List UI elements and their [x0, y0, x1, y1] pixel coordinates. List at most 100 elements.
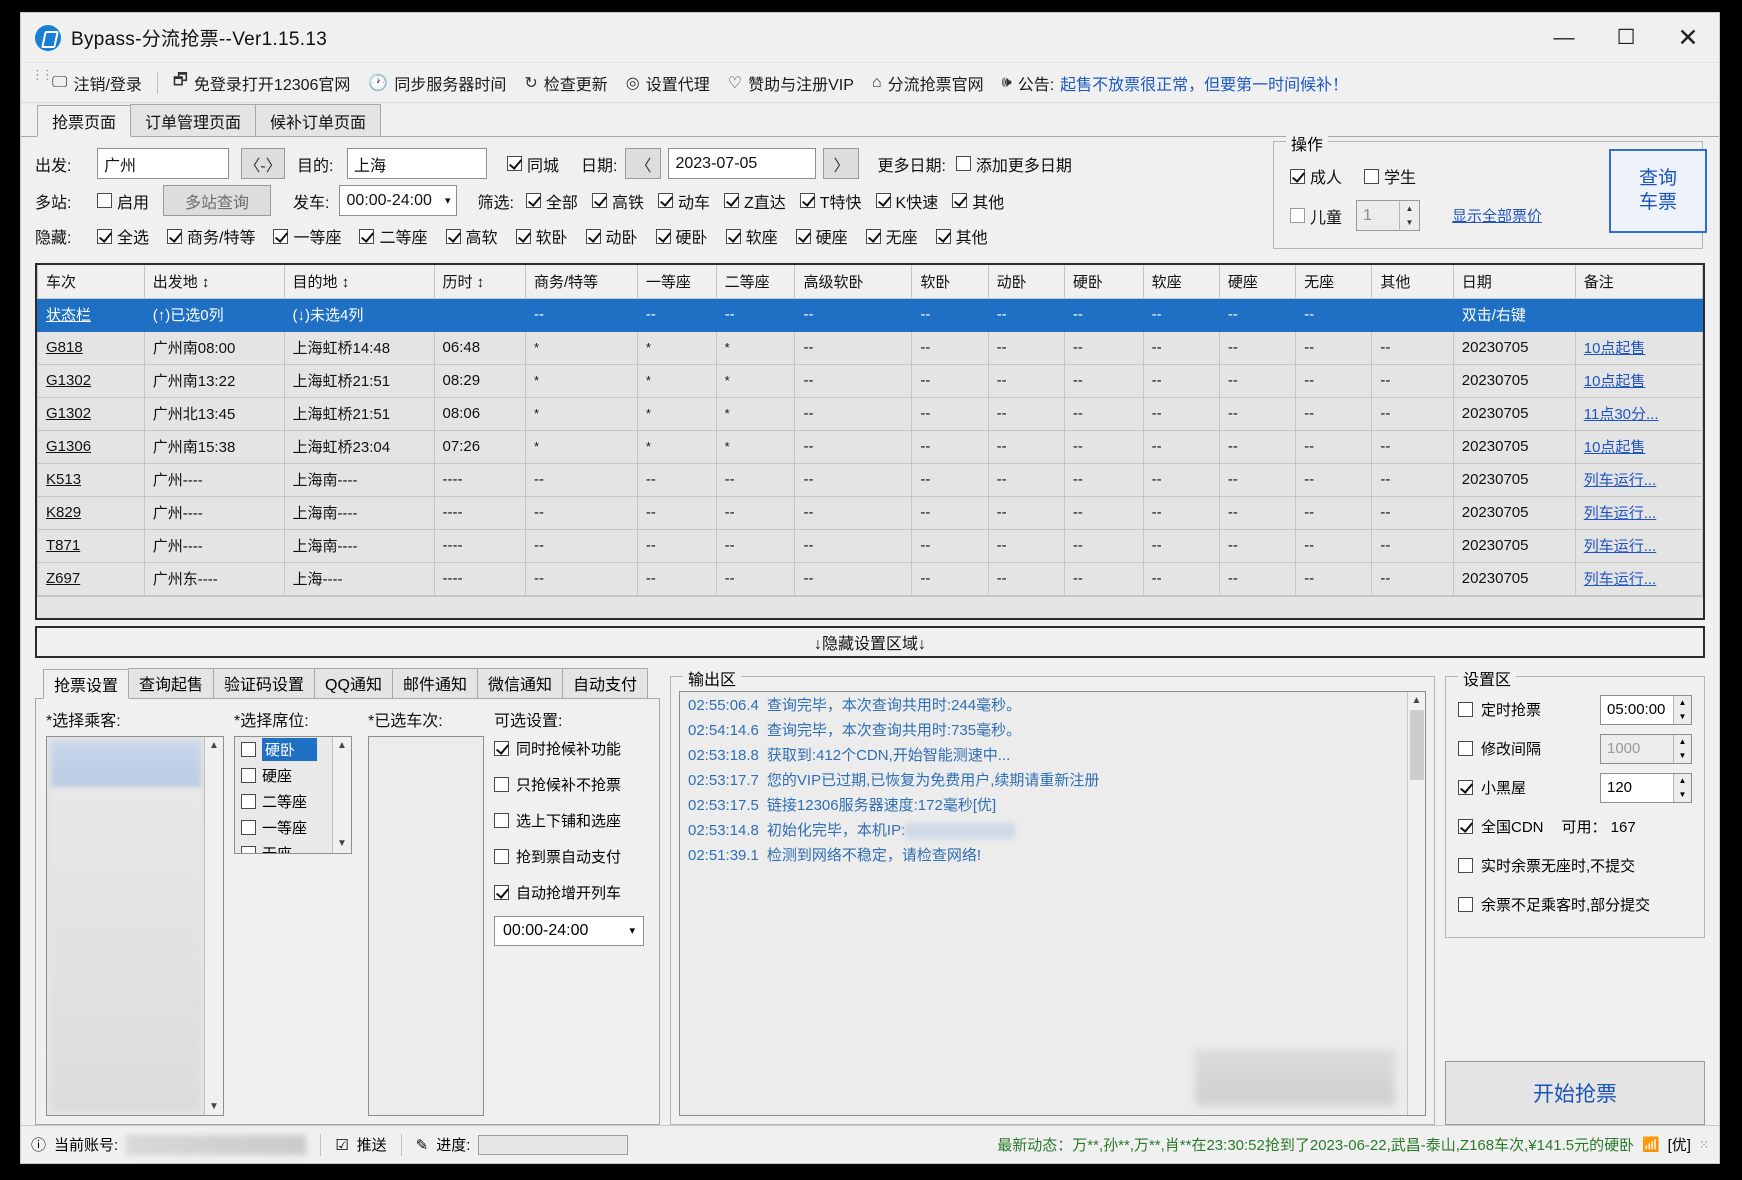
adult-checkbox[interactable]: 成人: [1290, 164, 1342, 188]
toolbar-official-site[interactable]: ⌂ 分流抢票官网: [863, 67, 993, 99]
col-hard-seat[interactable]: 硬座: [1218, 265, 1297, 299]
col-no-seat[interactable]: 无座: [1295, 265, 1373, 299]
hide-business-checkbox[interactable]: 商务/特等: [167, 224, 255, 248]
col-first-class[interactable]: 一等座: [636, 265, 717, 299]
same-city-checkbox[interactable]: 同城: [507, 152, 559, 176]
table-row[interactable]: G1302 广州北13:45 上海虹桥21:51 08:06 * * * -- -- -- -- --…: [37, 396, 1704, 431]
resize-grip[interactable]: ⁙: [1699, 1138, 1709, 1152]
scroll-up-icon[interactable]: ▲: [209, 737, 219, 755]
subtab-qq-notify[interactable]: QQ通知: [314, 667, 393, 698]
push-label[interactable]: 推送: [357, 1134, 387, 1155]
train-no-link[interactable]: K513: [46, 471, 81, 488]
close-button[interactable]: ✕: [1657, 13, 1719, 63]
toolbar-check-update[interactable]: ↻ 检查更新: [515, 67, 616, 99]
passenger-scrollbar[interactable]: ▲ ▼: [204, 736, 223, 1115]
train-no-link[interactable]: T871: [46, 537, 80, 554]
multi-station-enable-checkbox[interactable]: 启用: [97, 189, 149, 213]
blacklist-duration-stepper[interactable]: 120 ▲ ▼: [1600, 772, 1692, 803]
col-destination[interactable]: 目的地 ↕: [283, 265, 435, 299]
col-hard-sleeper[interactable]: 硬卧: [1063, 265, 1144, 299]
col-business[interactable]: 商务/特等: [525, 265, 638, 299]
setting-no-seat-not-submit[interactable]: 实时余票无座时,不提交: [1458, 849, 1692, 883]
stepper-buttons[interactable]: ▲ ▼: [1399, 201, 1420, 230]
remark-link[interactable]: 10点起售: [1584, 340, 1646, 357]
subtab-mail-notify[interactable]: 邮件通知: [391, 667, 478, 698]
scheduled-grab-time-stepper[interactable]: 05:00:00 ▲ ▼: [1600, 694, 1692, 725]
date-prev-button[interactable]: 〈: [625, 148, 662, 179]
subtab-wechat-notify[interactable]: 微信通知: [476, 667, 563, 698]
query-tickets-button[interactable]: 查询 车票: [1609, 149, 1707, 233]
stepper-buttons[interactable]: ▲ ▼: [1673, 773, 1691, 802]
train-no-link[interactable]: K829: [46, 504, 81, 521]
scroll-thumb[interactable]: [1410, 709, 1424, 780]
table-row[interactable]: G818 广州南08:00 上海虹桥14:48 06:48 * * * -- -- -- -- -- -…: [37, 330, 1704, 365]
setting-change-interval[interactable]: 修改间隔 1000 ▲ ▼: [1458, 732, 1692, 766]
table-row[interactable]: G1306 广州南15:38 上海虹桥23:04 07:26 * * * -- -- -- -- --…: [37, 429, 1704, 464]
scroll-up-icon[interactable]: ▲: [1408, 692, 1425, 710]
remark-link[interactable]: 11点30分...: [1584, 406, 1659, 423]
remark-link[interactable]: 10点起售: [1584, 439, 1646, 456]
train-no-link[interactable]: G1302: [46, 405, 91, 422]
tab-grab-ticket[interactable]: 抢票页面: [37, 105, 132, 137]
filter-zhida-checkbox[interactable]: Z直达: [723, 189, 786, 213]
table-row[interactable]: K829 广州---- 上海南---- ---- -- -- -- -- -- -- -- -- -- -…: [37, 495, 1704, 530]
add-more-dates-checkbox[interactable]: 添加更多日期: [955, 152, 1072, 176]
child-checkbox[interactable]: 儿童: [1290, 204, 1342, 228]
subtab-captcha-settings[interactable]: 验证码设置: [213, 667, 316, 698]
remark-link[interactable]: 列车运行...: [1584, 538, 1657, 555]
hide-ruanwo-checkbox[interactable]: 软卧: [515, 224, 568, 248]
filter-other-checkbox[interactable]: 其他: [952, 189, 1004, 213]
scroll-down-icon[interactable]: ▼: [209, 1097, 219, 1115]
subtab-auto-pay[interactable]: 自动支付: [561, 667, 648, 698]
minimize-button[interactable]: —: [1533, 13, 1595, 63]
stepper-buttons[interactable]: ▲ ▼: [1673, 734, 1691, 763]
table-row[interactable]: G1302 广州南13:22 上海虹桥21:51 08:29 * * * -- -- -- -- --…: [37, 363, 1704, 398]
depart-time-select[interactable]: 00:00-24:00 ▾: [339, 185, 458, 216]
train-no-link[interactable]: G1302: [46, 372, 91, 389]
child-count-stepper[interactable]: 1 ▲ ▼: [1356, 200, 1421, 231]
from-input[interactable]: 广州: [97, 148, 229, 179]
table-row[interactable]: Z697 广州东---- 上海---- ---- -- -- -- -- -- -- -- -- -- -…: [37, 561, 1704, 596]
scroll-up-icon[interactable]: ▲: [337, 737, 347, 755]
to-input[interactable]: 上海: [347, 148, 487, 179]
date-input[interactable]: 2023-07-05: [668, 148, 817, 179]
toolbar-sponsor-vip[interactable]: ♡ 赞助与注册VIP: [719, 67, 863, 99]
option-choose-berth-and-seat[interactable]: 选上下铺和选座: [494, 808, 644, 834]
filter-kuaisu-checkbox[interactable]: K快速: [875, 189, 938, 213]
multi-station-query-button[interactable]: 多站查询: [163, 185, 272, 216]
filter-tekuai-checkbox[interactable]: T特快: [799, 189, 862, 213]
col-duration[interactable]: 历时 ↕: [433, 265, 527, 299]
remark-link[interactable]: 列车运行...: [1584, 571, 1657, 588]
train-no-link[interactable]: G1306: [46, 438, 91, 455]
col-second-class[interactable]: 二等座: [715, 265, 796, 299]
setting-national-cdn[interactable]: 全国CDN 可用： 167: [1458, 810, 1692, 844]
setting-scheduled-grab[interactable]: 定时抢票 05:00:00 ▲ ▼: [1458, 693, 1692, 727]
hide-dongwo-checkbox[interactable]: 动卧: [585, 224, 638, 248]
toolbar-open-12306[interactable]: 🗗 免登录打开12306官网: [164, 67, 360, 99]
option-grab-waitlist-too[interactable]: 同时抢候补功能: [494, 736, 644, 762]
table-row[interactable]: T871 广州---- 上海南---- ---- -- -- -- -- -- -- -- -- -- -…: [37, 528, 1704, 563]
date-next-button[interactable]: 〉: [823, 148, 860, 179]
option-auto-pay[interactable]: 抢到票自动支付: [494, 844, 644, 870]
grab-time-range-select[interactable]: 00:00-24:00 ▾: [494, 915, 644, 946]
selected-train-listbox[interactable]: [368, 735, 484, 1116]
setting-partial-submit[interactable]: 余票不足乘客时,部分提交: [1458, 888, 1692, 922]
col-remark[interactable]: 备注: [1574, 265, 1704, 299]
hide-yingzuo-checkbox[interactable]: 硬座: [795, 224, 848, 248]
filter-dongche-checkbox[interactable]: 动车: [657, 189, 710, 213]
status-bar-link[interactable]: 状态栏: [46, 307, 91, 324]
output-log[interactable]: 02:55:06.4 查询完毕，本次查询共用时:244毫秒。 02:54:14.6…: [679, 690, 1426, 1116]
col-soft-sleeper[interactable]: 软卧: [911, 265, 989, 299]
remark-link[interactable]: 列车运行...: [1584, 472, 1657, 489]
train-no-link[interactable]: G818: [46, 339, 83, 356]
hide-yingwo-checkbox[interactable]: 硬卧: [655, 224, 708, 248]
hide-first-class-checkbox[interactable]: 一等座: [273, 224, 341, 248]
remark-link[interactable]: 10点起售: [1584, 373, 1646, 390]
seat-scrollbar[interactable]: ▲ ▼: [332, 736, 351, 853]
col-premium-soft-sleeper[interactable]: 高级软卧: [794, 265, 913, 299]
col-date[interactable]: 日期: [1452, 265, 1576, 299]
col-other[interactable]: 其他: [1371, 265, 1454, 299]
hide-wuzuo-checkbox[interactable]: 无座: [865, 224, 918, 248]
filter-gaotie-checkbox[interactable]: 高铁: [591, 189, 644, 213]
tab-waitlist-order[interactable]: 候补订单页面: [255, 104, 382, 136]
